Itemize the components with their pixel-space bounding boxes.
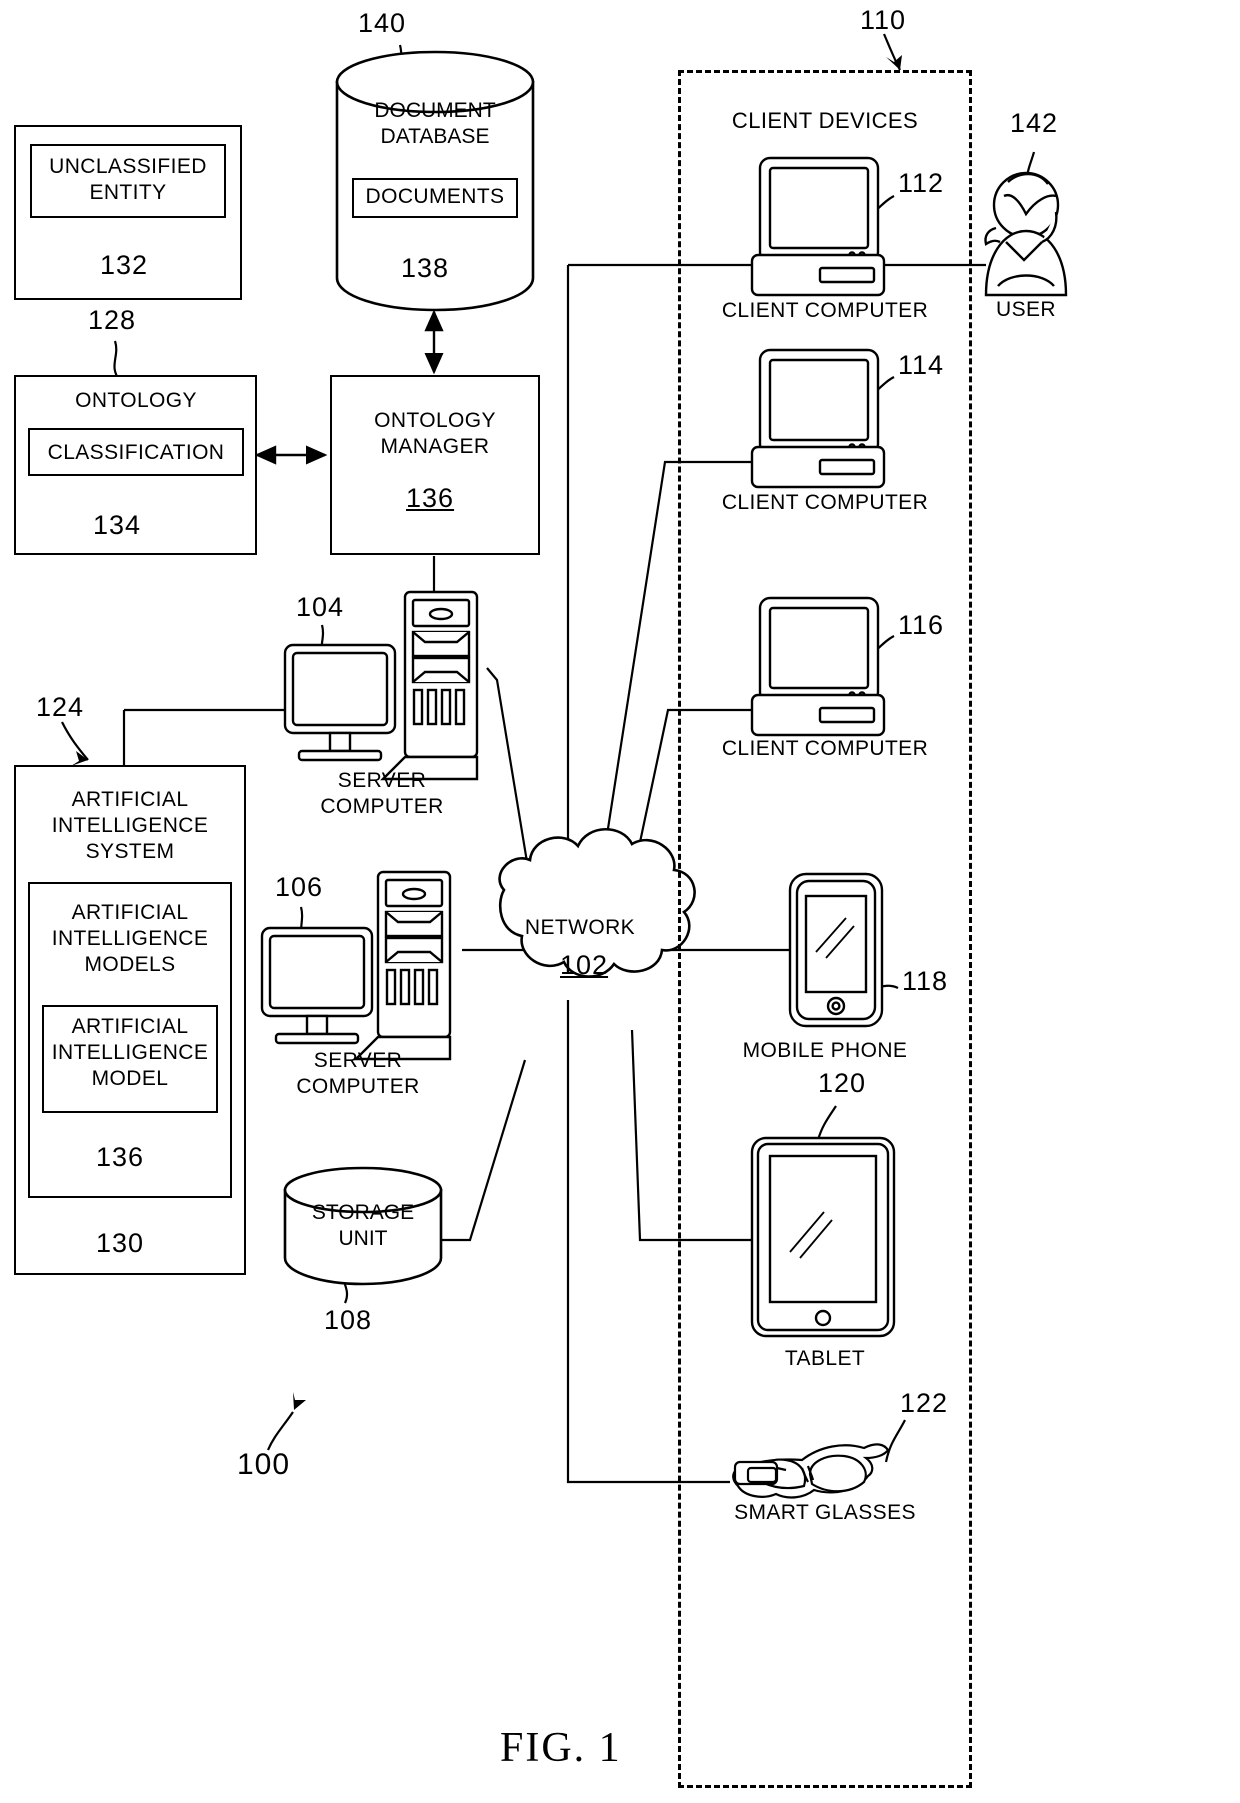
ref-104: 104 bbox=[296, 592, 345, 622]
ref-106: 106 bbox=[275, 872, 324, 902]
patent-figure-sheet: UNCLASSIFIED ENTITY 132 128 ONTOLOGY CLA… bbox=[0, 0, 1240, 1803]
tablet-120-label: TABLET bbox=[784, 1347, 866, 1370]
ref-114: 114 bbox=[898, 350, 945, 380]
artificial-intelligence-model-label: ARTIFICIAL INTELLIGENCE MODEL bbox=[51, 1015, 209, 1090]
ref-142: 142 bbox=[1010, 108, 1059, 138]
document-database-label: DOCUMENT DATABASE bbox=[374, 99, 496, 148]
ref-108: 108 bbox=[324, 1305, 373, 1335]
ref-136-model: 136 bbox=[96, 1142, 145, 1172]
documents-label: DOCUMENTS bbox=[365, 185, 505, 208]
client-computer-114-label: CLIENT COMPUTER bbox=[721, 491, 929, 514]
ref-128: 128 bbox=[88, 305, 137, 335]
ref-112: 112 bbox=[898, 168, 945, 198]
network-label: NETWORK bbox=[524, 916, 636, 939]
unclassified-entity-label: UNCLASSIFIED ENTITY bbox=[49, 155, 207, 204]
ontology-manager-label: ONTOLOGY MANAGER bbox=[374, 409, 496, 458]
client-devices-group bbox=[678, 70, 972, 1788]
ref-124: 124 bbox=[36, 692, 85, 722]
smart-glasses-122-label: SMART GLASSES bbox=[734, 1501, 916, 1524]
artificial-intelligence-system-label: ARTIFICIAL INTELLIGENCE SYSTEM bbox=[51, 788, 209, 863]
storage-unit-label: STORAGE UNIT bbox=[311, 1201, 415, 1250]
ref-140: 140 bbox=[358, 8, 407, 38]
ref-132: 132 bbox=[100, 250, 149, 280]
mobile-phone-118-label: MOBILE PHONE bbox=[742, 1039, 908, 1062]
user-142-icon bbox=[984, 171, 1068, 297]
figure-caption: FIG. 1 bbox=[500, 1725, 622, 1771]
ref-120: 120 bbox=[818, 1068, 867, 1098]
ref-138: 138 bbox=[401, 253, 450, 283]
client-computer-116-label: CLIENT COMPUTER bbox=[721, 737, 929, 760]
ref-116: 116 bbox=[898, 610, 945, 640]
ref-118: 118 bbox=[902, 966, 949, 996]
user-label: USER bbox=[996, 298, 1056, 321]
ref-100: 100 bbox=[237, 1448, 291, 1481]
ontology-manager-box bbox=[330, 375, 540, 555]
server-computer-106-label: SERVER COMPUTER bbox=[296, 1049, 420, 1098]
classification-label: CLASSIFICATION bbox=[47, 441, 225, 464]
client-devices-group-label: CLIENT DEVICES bbox=[731, 108, 919, 133]
ref-110: 110 bbox=[860, 5, 907, 35]
ref-134: 134 bbox=[93, 510, 142, 540]
ref-102: 102 bbox=[560, 950, 609, 980]
client-computer-112-label: CLIENT COMPUTER bbox=[721, 299, 929, 322]
artificial-intelligence-models-label: ARTIFICIAL INTELLIGENCE MODELS bbox=[51, 901, 209, 976]
ref-122: 122 bbox=[900, 1388, 949, 1418]
ref-130: 130 bbox=[96, 1228, 145, 1258]
ontology-label: ONTOLOGY bbox=[75, 389, 197, 412]
server-computer-104-label: SERVER COMPUTER bbox=[320, 769, 444, 818]
ref-136-manager: 136 bbox=[406, 483, 455, 513]
